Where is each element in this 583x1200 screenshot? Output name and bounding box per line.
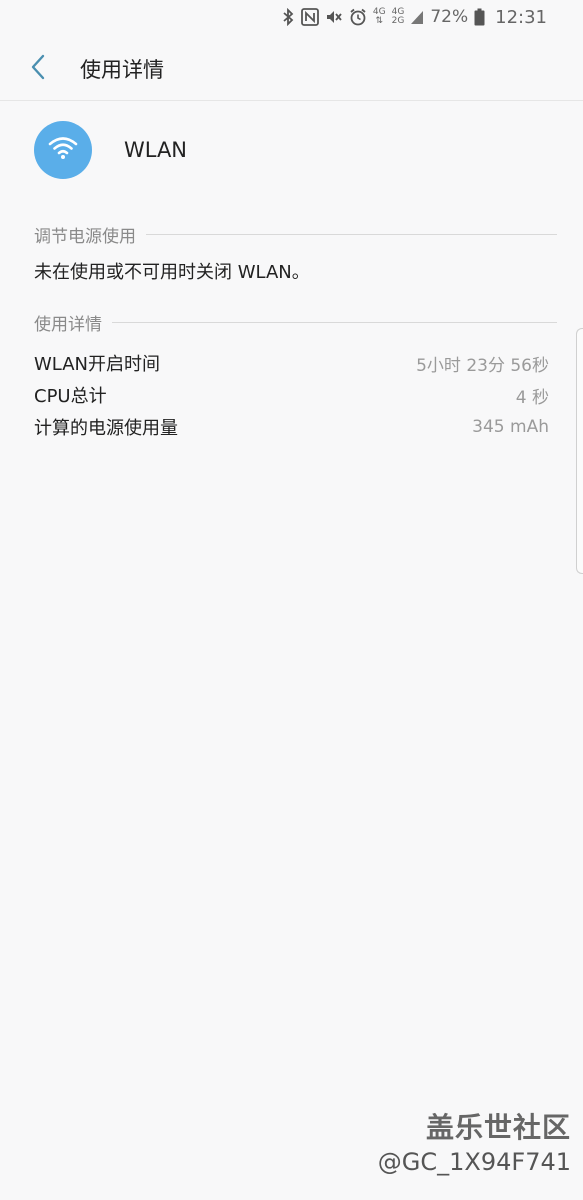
detail-value: 345 mAh: [472, 417, 549, 437]
app-header: WLAN: [34, 120, 187, 180]
section-header-label: 使用详情: [34, 315, 102, 335]
network-indicator-2: 4G 2G: [391, 7, 405, 26]
alarm-icon: [349, 7, 367, 27]
mute-icon: [325, 7, 343, 27]
detail-row-cpu-total: CPU总计 4 秒: [34, 382, 549, 408]
chevron-left-icon: [30, 54, 46, 84]
detail-row-power-usage: 计算的电源使用量 345 mAh: [34, 414, 549, 440]
battery-icon: [474, 7, 485, 27]
detail-label: WLAN开启时间: [34, 354, 161, 375]
signal-icon: [410, 7, 424, 27]
app-name: WLAN: [124, 138, 188, 162]
wifi-icon: [48, 136, 78, 164]
detail-row-wlan-on-time: WLAN开启时间 5小时 23分 56秒: [34, 350, 549, 376]
battery-percentage: 72%: [430, 7, 469, 27]
divider: [112, 322, 557, 323]
watermark-brand: 盖乐世社区: [425, 1111, 571, 1144]
wifi-app-icon: [34, 121, 92, 179]
section-header-label: 调节电源使用: [34, 227, 136, 247]
app-bar: 使用详情: [0, 34, 583, 101]
clock: 12:31: [495, 6, 547, 28]
bluetooth-icon: [281, 7, 295, 27]
back-button[interactable]: [20, 51, 56, 87]
detail-label: 计算的电源使用量: [34, 418, 178, 439]
adjust-power-section-header: 调节电源使用: [34, 222, 557, 247]
adjust-power-option[interactable]: 未在使用或不可用时关闭 WLAN。: [34, 258, 557, 284]
detail-value: 4 秒: [515, 387, 549, 408]
page-title: 使用详情: [80, 58, 164, 82]
network-indicator-1: 4G ⇅: [372, 7, 386, 26]
detail-label: CPU总计: [34, 386, 107, 407]
detail-value: 5小时 23分 56秒: [416, 355, 549, 376]
watermark-user: @GC_1X94F741: [377, 1148, 571, 1176]
divider: [146, 234, 557, 235]
status-bar: 4G ⇅ 4G 2G 72% 12:31: [0, 0, 583, 34]
nfc-icon: [301, 7, 319, 27]
edge-panel-handle[interactable]: [576, 328, 583, 574]
usage-details-section-header: 使用详情: [34, 310, 557, 335]
